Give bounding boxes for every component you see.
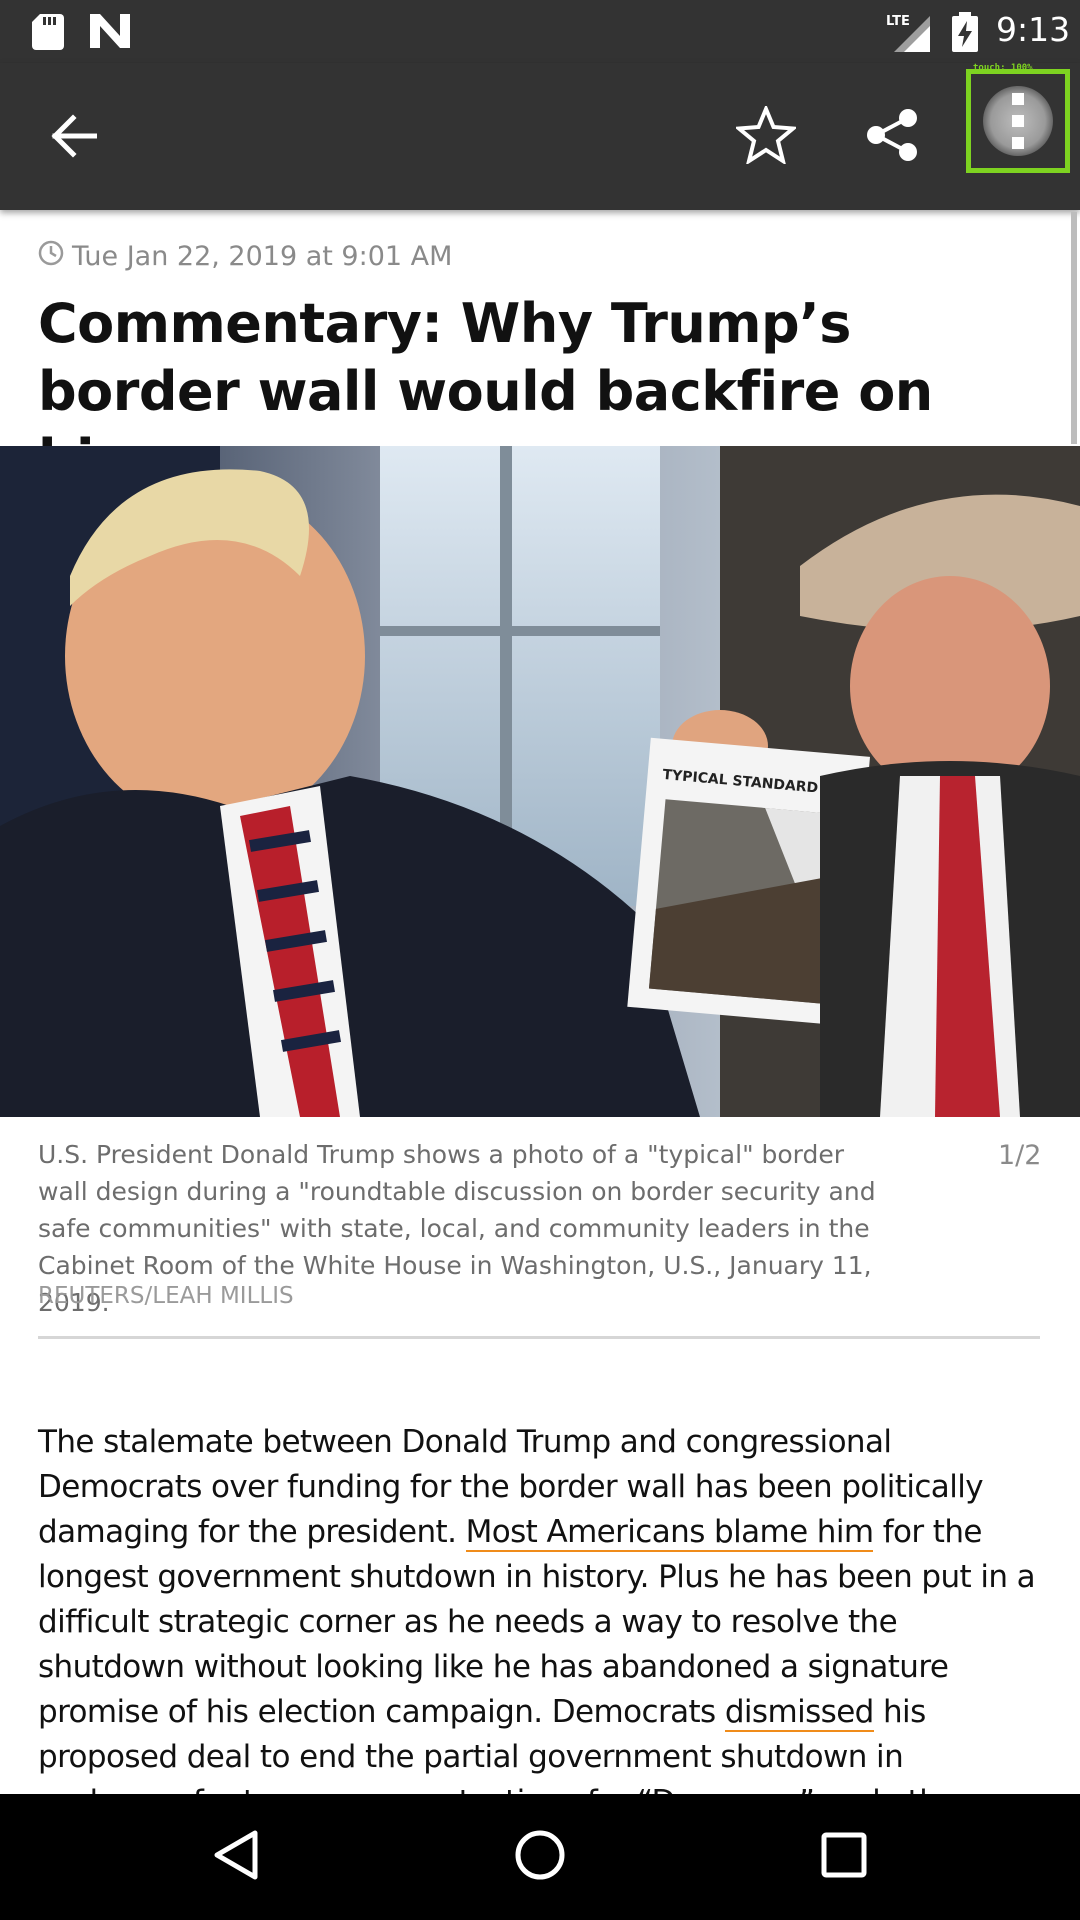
share-button[interactable]	[852, 97, 932, 177]
photo-illustration: TYPICAL STANDARD WALL DESIGN	[0, 446, 1080, 1117]
battery-charging-icon	[952, 12, 978, 56]
photo-credit: REUTERS/LEAH MILLIS	[38, 1283, 294, 1309]
more-vert-icon	[983, 86, 1053, 156]
body-link-dismissed[interactable]: dismissed	[724, 1694, 874, 1732]
dateline: Tue Jan 22, 2019 at 9:01 AM	[38, 238, 452, 274]
lte-label: LTE	[886, 14, 910, 29]
article-date: Tue Jan 22, 2019 at 9:01 AM	[72, 240, 453, 272]
nav-recents-icon	[821, 1832, 867, 1882]
nav-back-icon	[213, 1829, 259, 1885]
nav-recents-button[interactable]	[804, 1817, 884, 1897]
app-bar: touch: 100%	[0, 63, 1080, 210]
system-nav-bar	[0, 1794, 1080, 1920]
status-clock: 9:13	[996, 10, 1071, 49]
star-outline-icon	[733, 103, 799, 168]
more-options-button[interactable]: touch: 100%	[966, 63, 1070, 173]
sd-card-icon	[32, 14, 64, 54]
divider	[38, 1336, 1040, 1339]
nav-home-button[interactable]	[500, 1817, 580, 1897]
body-link-most-americans[interactable]: Most Americans blame him	[465, 1514, 874, 1552]
status-bar: LTE 9:13	[0, 0, 1080, 63]
photo-counter: 1/2	[998, 1140, 1042, 1171]
nav-back-button[interactable]	[196, 1817, 276, 1897]
touch-overlay-label: touch: 100%	[973, 63, 1033, 73]
article-photo[interactable]: TYPICAL STANDARD WALL DESIGN	[0, 446, 1080, 1117]
share-icon	[866, 108, 918, 166]
nav-home-icon	[514, 1829, 566, 1885]
back-arrow-icon	[49, 114, 98, 162]
n-app-icon	[90, 14, 130, 52]
bookmark-button[interactable]	[726, 97, 806, 177]
clock-icon	[38, 240, 64, 273]
lte-signal-icon: LTE	[886, 12, 934, 56]
scrollbar[interactable]	[1071, 212, 1077, 444]
back-button[interactable]	[36, 101, 110, 175]
